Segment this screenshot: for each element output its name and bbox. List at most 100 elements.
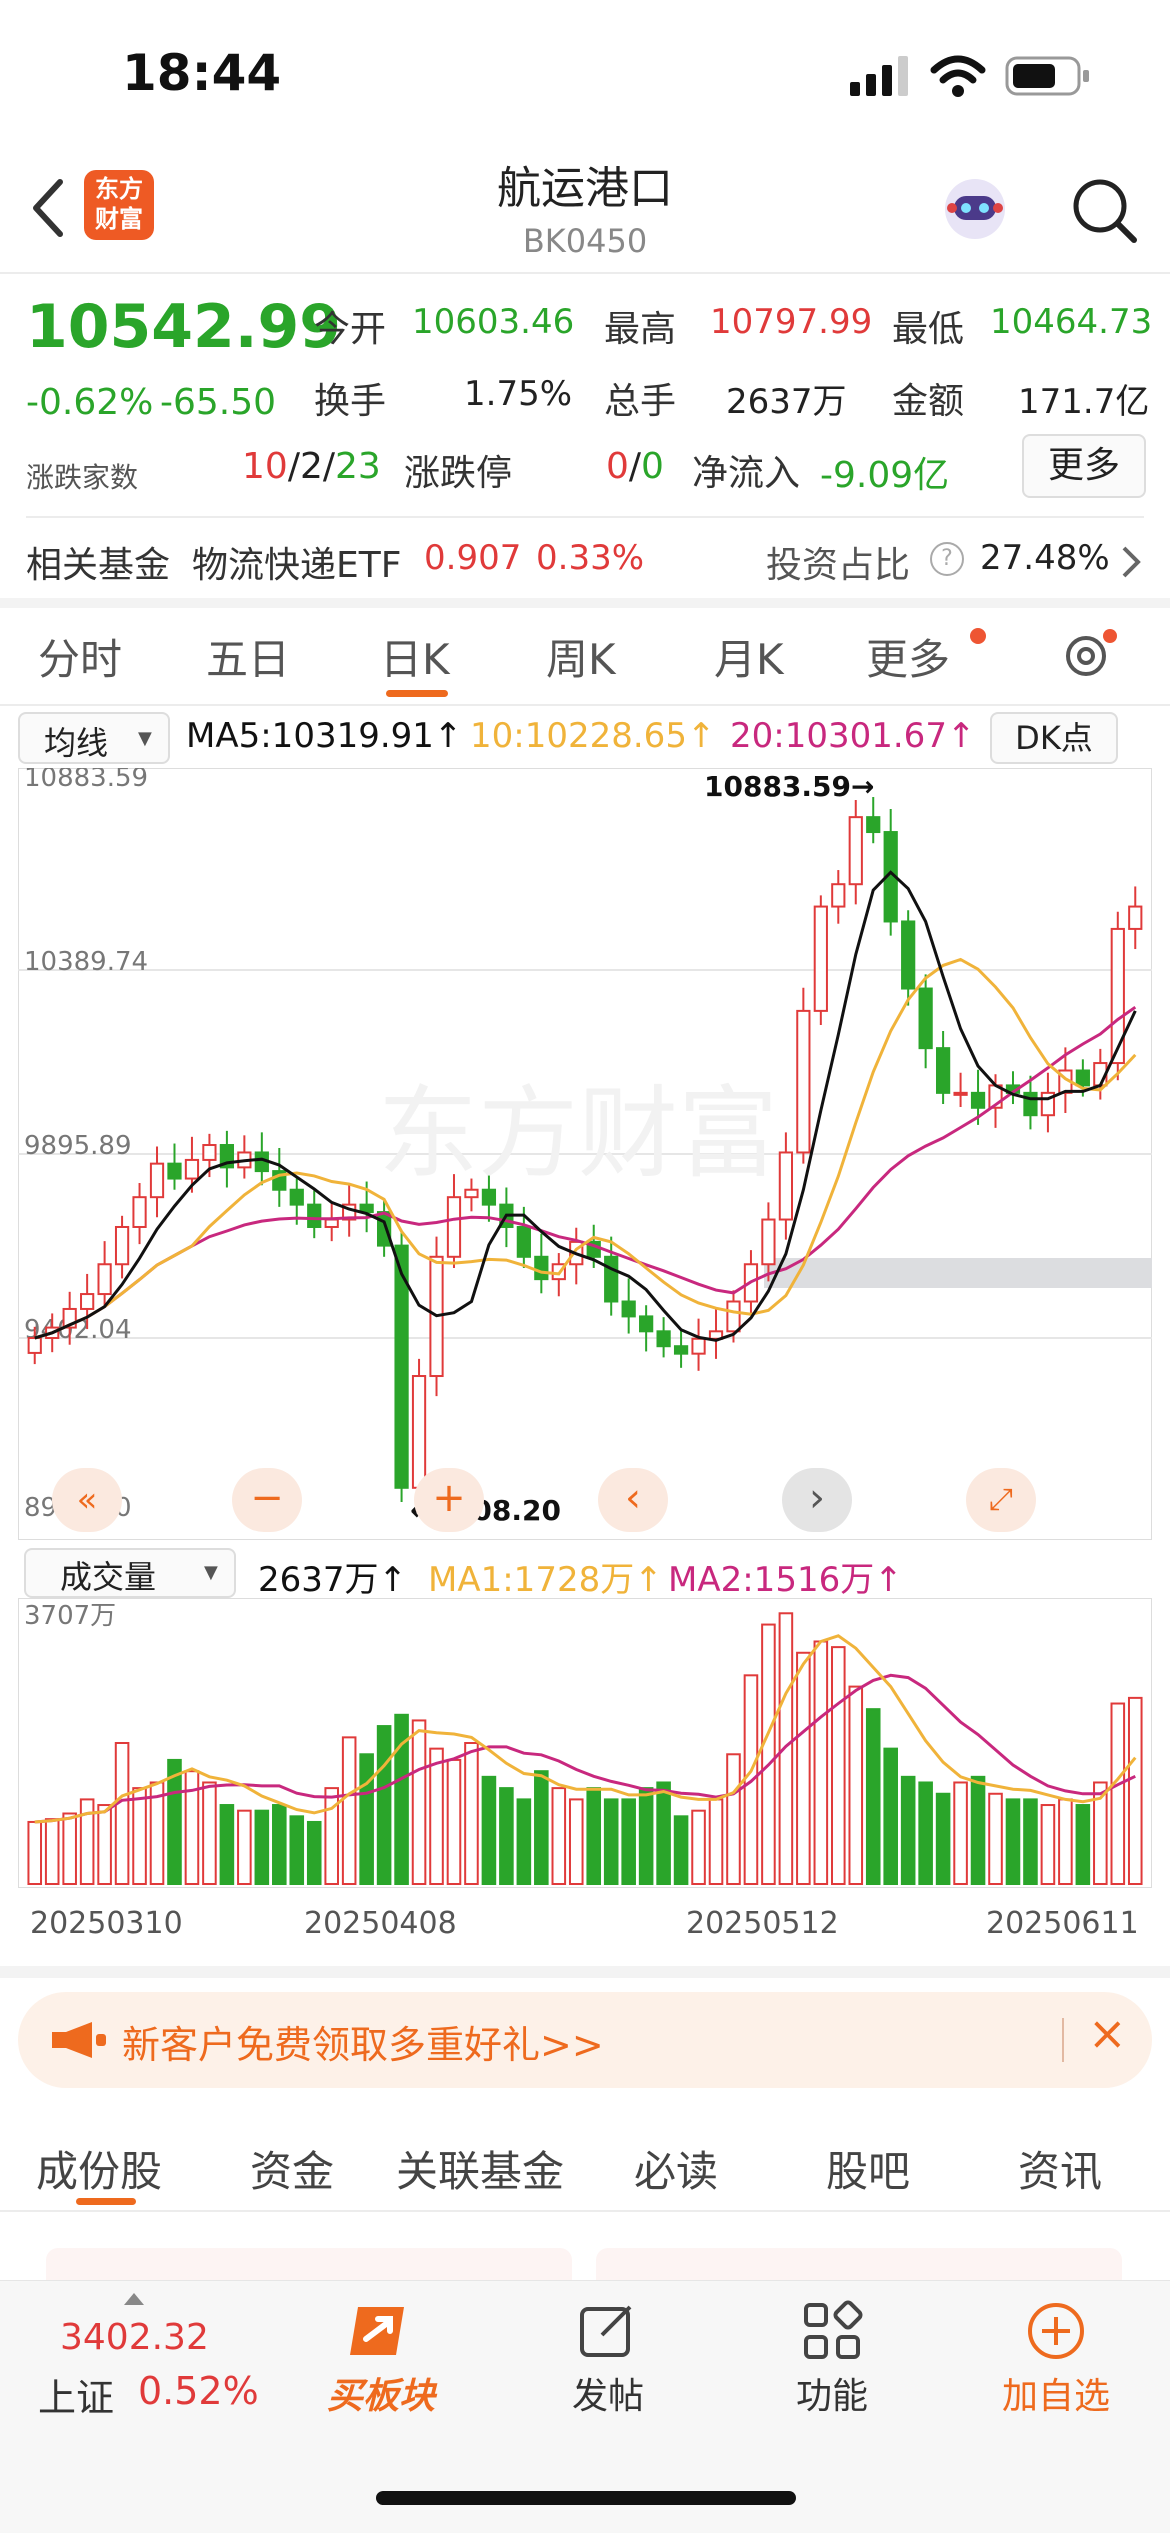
add-watchlist-label[interactable]: 加自选 [986,2367,1126,2419]
volume-bar [446,1758,462,1885]
tab-intraday[interactable]: 分时 [38,626,122,687]
candle [1075,1069,1090,1087]
candlestick-chart[interactable]: 10883.5910389.749895.899402.048908.20东方财… [18,768,1152,1540]
volume-bar [918,1781,933,1885]
tab-more[interactable]: 更多 [866,626,950,687]
buy-sector-label[interactable]: 买板块 [316,2367,446,2419]
candle [778,1151,794,1221]
tab-five-day[interactable]: 五日 [206,626,290,687]
volume-bar [1075,1804,1091,1885]
volume-bar [324,1787,339,1885]
candle [935,1047,951,1094]
status-time: 18:44 [122,44,282,102]
volume-bar [359,1753,374,1885]
tab-indicator [386,690,448,697]
dropdown-icon: ▼ [204,1562,218,1583]
robot-assistant-icon[interactable] [940,174,1010,244]
candle [202,1144,217,1161]
volume-bar [586,1787,602,1885]
turnover-label: 换手 [314,381,387,422]
candle [446,1196,462,1258]
watermark: 东方财富 [378,1075,778,1192]
volume-bar [1023,1798,1038,1885]
candle [132,1196,147,1228]
volume-bar [1040,1804,1056,1885]
add-watchlist-icon [1028,2303,1084,2359]
volume-bar [935,1792,951,1885]
volume-chart[interactable]: 3707万 [18,1598,1152,1888]
candle [167,1162,182,1180]
high-value: 10797.99 [710,302,873,342]
fund-name[interactable]: 物流快递ETF [192,536,401,588]
notification-dot [970,628,986,644]
caret-up-icon [124,2293,144,2305]
search-icon[interactable] [1070,176,1140,246]
promo-banner[interactable]: 新客户免费领取多重好礼>> × [18,1992,1152,2088]
volume-max-label: 3707万 [24,1601,116,1631]
home-indicator [376,2491,796,2505]
zoom-in-icon[interactable]: + [414,1468,484,1532]
volume-bar [708,1798,724,1885]
post-edit-icon [580,2305,632,2357]
tab-daily-k[interactable]: 日K [380,626,450,687]
candle [1128,905,1143,930]
candle [831,883,846,908]
y-axis-label: 9895.89 [24,1131,132,1161]
volume-bar [883,1747,898,1885]
volume-bar [761,1623,776,1886]
dk-point-button[interactable]: DK点 [990,712,1118,764]
candle [184,1158,200,1180]
volume-bar [900,1775,916,1885]
tab-monthly-k[interactable]: 月K [714,626,784,687]
zoom-out-icon[interactable]: − [232,1468,302,1532]
limit-values: 0/0 [606,446,664,487]
volume-bar [970,1775,986,1885]
wifi-icon [930,55,986,97]
candle [761,1218,776,1266]
settings-gear-icon[interactable] [1060,628,1120,684]
volume-bar [778,1612,794,1886]
tab-weekly-k[interactable]: 周K [546,626,616,687]
tab-must-read[interactable]: 必读 [634,2138,718,2199]
candle [97,1263,112,1296]
x-label: 20250512 [686,1906,839,1941]
volume-bar [132,1787,147,1885]
candle [813,905,828,1012]
candle [970,1091,986,1109]
zoom-out-fast-icon[interactable]: « [52,1468,122,1532]
candle [464,1188,479,1199]
scroll-left-icon[interactable]: ‹ [598,1468,668,1532]
tab-forum[interactable]: 股吧 [826,2138,910,2199]
more-quote-button[interactable]: 更多 [1022,434,1146,498]
change-abs: -65.50 [160,382,277,423]
scroll-right-icon[interactable]: › [782,1468,852,1532]
chevron-right-icon[interactable] [1120,544,1142,580]
tab-capital[interactable]: 资金 [250,2138,334,2199]
tab-related-funds[interactable]: 关联基金 [396,2138,564,2199]
candle [114,1225,130,1266]
volume-bar [272,1804,287,1885]
candle [149,1162,165,1199]
functions-label[interactable]: 功能 [772,2367,892,2419]
fullscreen-icon[interactable]: ⤢ [966,1468,1036,1532]
open-value: 10603.46 [412,302,575,342]
breadth-label: 涨跌家数 [26,461,139,494]
volume-bar [568,1798,584,1885]
post-label[interactable]: 发帖 [548,2367,668,2419]
tab-news[interactable]: 资讯 [1018,2138,1102,2199]
volume-selector[interactable]: 成交量 ▼ [24,1548,236,1598]
close-icon[interactable]: × [1088,2006,1127,2060]
dropdown-icon: ▼ [138,728,152,749]
ma-selector[interactable]: 均线 ▼ [18,712,170,764]
index-pct: 0.52% [138,2369,259,2413]
tab-constituents[interactable]: 成份股 [36,2138,162,2199]
price-band [764,1258,1152,1288]
volume-bar [534,1770,549,1885]
volume-bar [499,1787,514,1885]
help-icon[interactable]: ? [930,542,964,576]
turnover-value: 1.75% [464,374,573,414]
amount-label: 金额 [892,381,965,422]
volume-bar [516,1798,532,1885]
y-axis-label: 10883.59 [24,768,148,793]
volume-bar [481,1775,497,1885]
